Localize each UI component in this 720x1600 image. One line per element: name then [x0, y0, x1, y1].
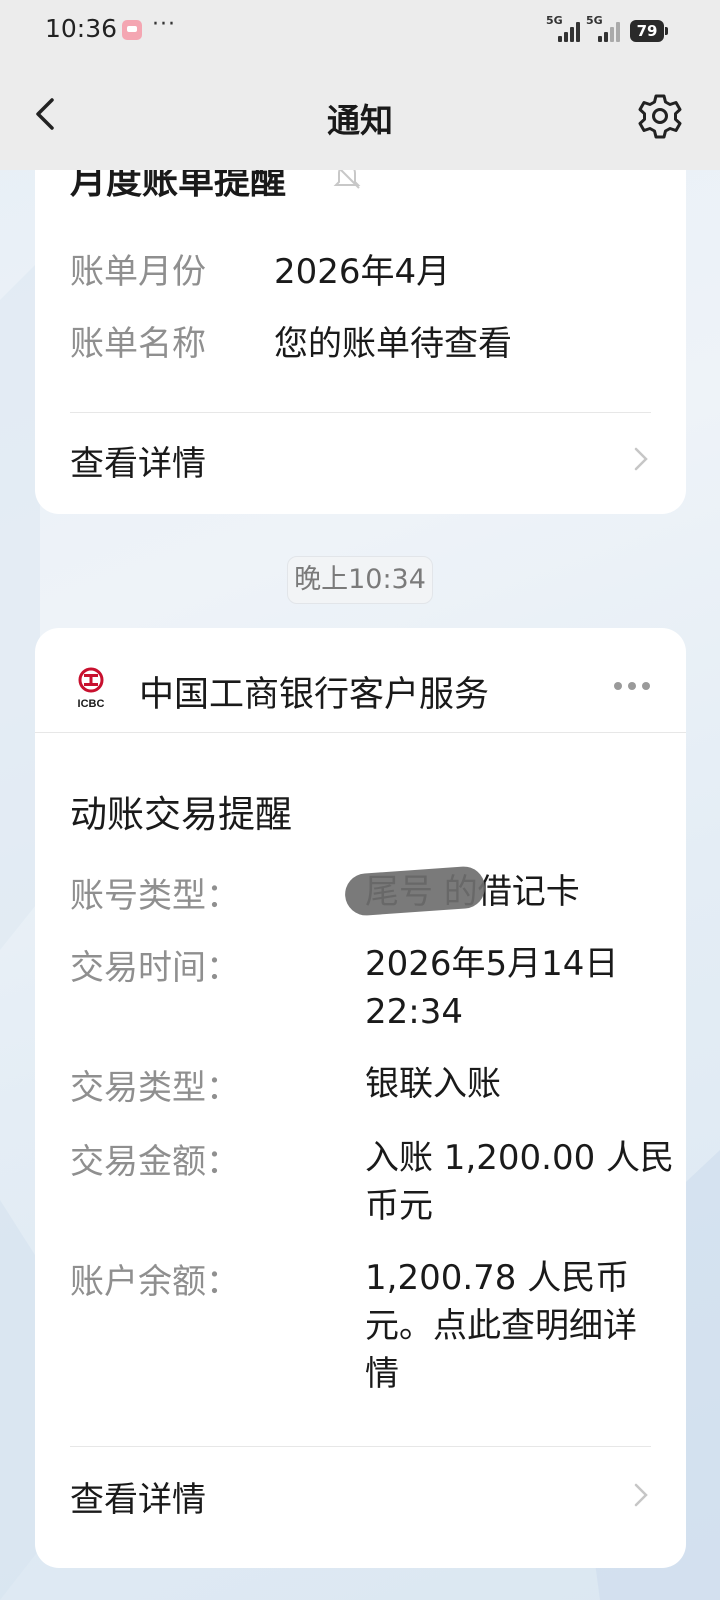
- view-details-label: 查看详情: [70, 444, 206, 484]
- top-app-bar: 通知: [0, 62, 720, 170]
- chevron-right-icon: [634, 447, 648, 471]
- signal-icon-sim2: 5G: [586, 14, 626, 42]
- transaction-clock: 22:34: [365, 992, 463, 1032]
- account-balance-label: 账户余额：: [70, 1262, 240, 1302]
- bill-month-value: 2026年4月: [274, 252, 451, 292]
- amount-line-2: 币元: [365, 1186, 433, 1226]
- transaction-amount-label: 交易金额：: [70, 1142, 240, 1182]
- app-notification-icon: [122, 20, 142, 40]
- status-bar: 10:36 ··· 5G 5G 79: [0, 0, 720, 62]
- transaction-date: 2026年5月14日: [365, 944, 619, 984]
- svg-text:ICBC: ICBC: [78, 698, 105, 710]
- transaction-time-label: 交易时间：: [70, 948, 240, 988]
- amount-line-1: 入账 1,200.00 人民: [365, 1138, 675, 1178]
- view-details-button[interactable]: 查看详情: [70, 428, 651, 488]
- message-timestamp: 晚上10:34: [287, 556, 433, 604]
- header-divider: [35, 732, 686, 733]
- account-type-label: 账号类型：: [70, 876, 240, 916]
- transaction-time-value: 2026年5月14日 22:34: [365, 940, 675, 1036]
- page-title: 通知: [327, 101, 393, 140]
- monthly-bill-card: 月度账单提醒 账单月份 2026年4月 账单名称 您的账单待查看 查看详情: [35, 110, 686, 514]
- sender-name: 中国工商银行客户服务: [139, 675, 490, 715]
- more-options-icon[interactable]: [611, 676, 653, 696]
- bill-name-label: 账单名称: [70, 324, 206, 364]
- divider: [70, 1446, 651, 1447]
- balance-line-1: 1,200.78 人民币: [365, 1258, 630, 1298]
- signal-icon-sim1: 5G: [546, 14, 586, 42]
- account-balance-value[interactable]: 1,200.78 人民币 元。点此查明细详 情: [365, 1254, 675, 1398]
- view-details-button[interactable]: 查看详情: [70, 1464, 651, 1524]
- status-time: 10:36: [45, 14, 118, 43]
- transaction-alert-title: 动账交易提醒: [70, 793, 292, 836]
- chevron-right-icon: [634, 1483, 648, 1507]
- transaction-alert-card: ICBC 中国工商银行客户服务 动账交易提醒 账号类型： 尾号 的借记卡 交易时…: [35, 628, 686, 1568]
- battery-icon: 79: [630, 20, 668, 42]
- view-details-label: 查看详情: [70, 1480, 206, 1520]
- bill-month-label: 账单月份: [70, 252, 206, 292]
- transaction-amount-value: 入账 1,200.00 人民 币元: [365, 1134, 675, 1230]
- icbc-logo-icon: ICBC: [78, 667, 105, 710]
- gear-icon[interactable]: [636, 92, 684, 140]
- transaction-type-value: 银联入账: [365, 1064, 501, 1104]
- divider: [70, 412, 651, 413]
- balance-line-2: 元。点此查明细详: [365, 1306, 637, 1346]
- balance-line-3: 情: [365, 1354, 399, 1394]
- bill-name-value: 您的账单待查看: [274, 324, 512, 364]
- more-notifications-icon: ···: [152, 12, 176, 37]
- transaction-type-label: 交易类型：: [70, 1068, 240, 1108]
